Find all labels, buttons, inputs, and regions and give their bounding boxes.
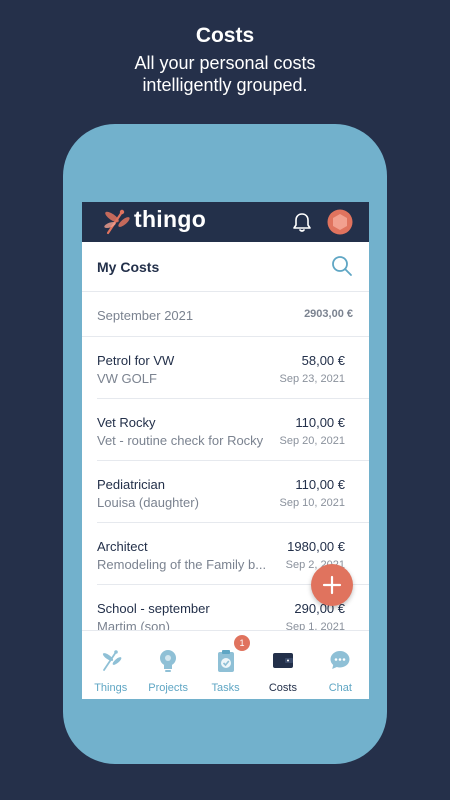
cost-row[interactable]: Pediatrician Louisa (daughter) 110,00 € … <box>97 461 369 523</box>
promo-subtitle-line-1: All your personal costs <box>134 53 316 73</box>
nav-things[interactable]: Things <box>82 631 139 699</box>
chat-bubble-icon <box>330 651 350 669</box>
cost-amount: 110,00 € <box>295 415 345 430</box>
cost-amount: 110,00 € <box>295 477 345 492</box>
dragonfly-logo-icon <box>104 209 130 235</box>
wallet-icon <box>272 653 293 668</box>
cost-title: School - september <box>97 601 210 616</box>
page-title: My Costs <box>97 259 160 275</box>
nav-label: Chat <box>328 682 352 694</box>
promo-title: Costs <box>195 24 255 47</box>
cost-row[interactable]: Petrol for VW VW GOLF 58,00 € Sep 23, 20… <box>97 337 369 399</box>
month-section-header: September 2021 2903,00 € <box>82 292 369 337</box>
avatar[interactable] <box>327 209 353 235</box>
nav-label: Tasks <box>211 682 240 694</box>
cost-row[interactable]: Vet Rocky Vet - routine check for Rocky … <box>97 399 369 461</box>
cost-amount: 1980,00 € <box>287 539 345 554</box>
cost-title: Petrol for VW <box>97 353 175 368</box>
clipboard-check-icon <box>217 650 234 672</box>
cost-date: Sep 23, 2021 <box>279 373 345 385</box>
tasks-badge: 1 <box>234 635 250 651</box>
app-bar: thingo <box>82 202 369 242</box>
nav-label: Projects <box>148 682 188 694</box>
cost-subtitle: Vet - routine check for Rocky <box>97 433 264 448</box>
search-icon[interactable] <box>330 254 354 278</box>
page-header: My Costs <box>82 242 369 292</box>
nav-costs[interactable]: Costs <box>254 631 311 699</box>
cost-subtitle: Remodeling of the Family b... <box>97 557 267 572</box>
bell-icon[interactable] <box>292 212 312 233</box>
lightbulb-icon <box>160 650 177 672</box>
cost-amount: 58,00 € <box>301 353 345 368</box>
cost-date: Sep 20, 2021 <box>279 435 345 447</box>
promo-subtitle-line-2: intelligently grouped. <box>142 75 308 95</box>
bottom-nav: Things Projects Tasks Costs Chat 1 <box>82 630 369 699</box>
app-screen: thingo My Costs September 2021 2903,00 €… <box>82 202 369 699</box>
cost-subtitle: Louisa (daughter) <box>97 495 199 510</box>
cost-date: Sep 10, 2021 <box>279 497 345 509</box>
promo-subtitle: All your personal costs intelligently gr… <box>0 52 450 96</box>
cost-title: Architect <box>97 539 148 554</box>
section-total: 2903,00 € <box>304 308 353 320</box>
section-month: September 2021 <box>97 308 194 323</box>
cost-subtitle: VW GOLF <box>97 371 157 386</box>
brand-name: thingo <box>134 206 207 232</box>
nav-label: Costs <box>268 682 297 694</box>
nav-label: Things <box>94 682 128 694</box>
add-cost-button[interactable] <box>311 564 353 606</box>
plus-icon <box>322 575 342 595</box>
nav-projects[interactable]: Projects <box>139 631 196 699</box>
dragonfly-icon <box>102 650 122 671</box>
cost-title: Pediatrician <box>97 477 165 492</box>
cost-title: Vet Rocky <box>97 415 156 430</box>
nav-chat[interactable]: Chat <box>312 631 369 699</box>
